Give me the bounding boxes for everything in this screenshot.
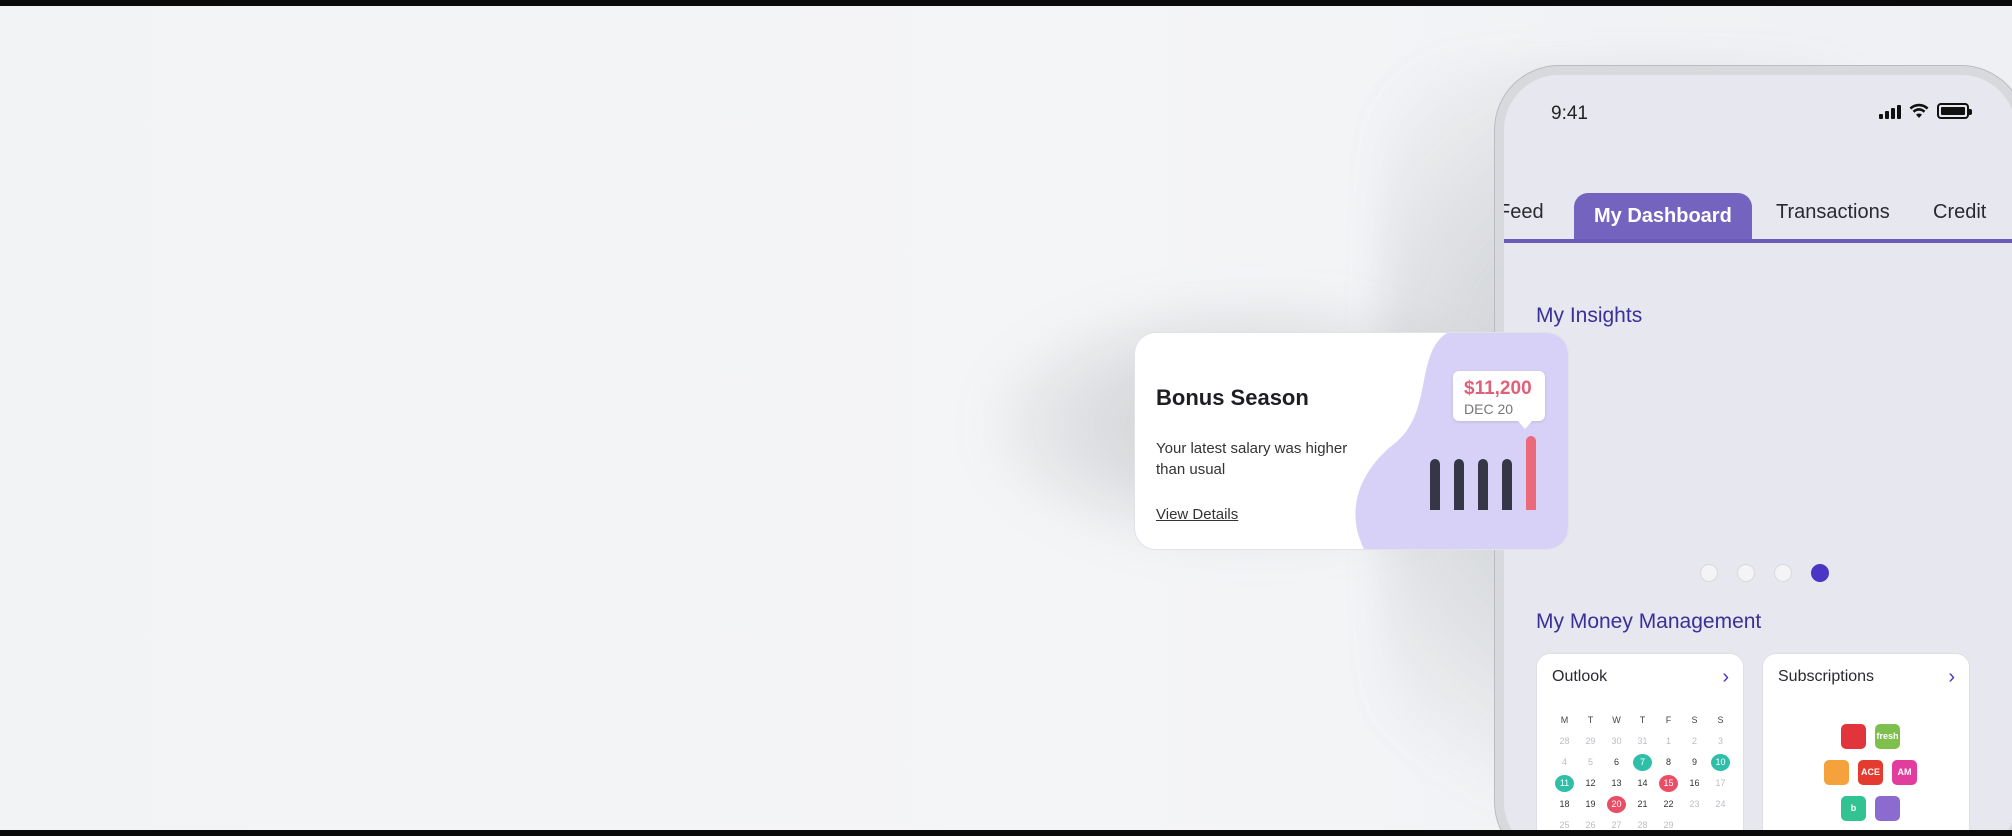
signal-icon bbox=[1879, 103, 1901, 119]
calendar-day[interactable]: 17 bbox=[1711, 775, 1730, 792]
calendar-day[interactable]: 28 bbox=[1555, 733, 1574, 750]
chart-bar bbox=[1430, 459, 1440, 510]
calendar-week-row: 28 29 30 31 1 2 3 bbox=[1555, 731, 1730, 752]
chart-bar-highlight bbox=[1526, 436, 1536, 510]
calendar-day[interactable]: 22 bbox=[1659, 796, 1678, 813]
calendar-day[interactable]: 21 bbox=[1633, 796, 1652, 813]
amount-value: $11,200 bbox=[1464, 378, 1532, 399]
card-title: Bonus Season bbox=[1156, 385, 1309, 410]
bonus-season-card[interactable]: Bonus Season Your latest salary was high… bbox=[1134, 332, 1569, 550]
outlook-title: Outlook bbox=[1552, 668, 1608, 685]
calendar-weekday: T bbox=[1587, 715, 1594, 725]
status-icons bbox=[1879, 103, 1972, 119]
subscription-icon-row: ACE AM bbox=[1818, 760, 1923, 785]
tab-underline bbox=[1504, 239, 2012, 243]
card-blob-shape bbox=[1355, 333, 1568, 549]
calendar-week-row: 11 12 13 14 15 16 17 bbox=[1555, 773, 1730, 794]
calendar-week-row: 4 5 6 7 8 9 10 bbox=[1555, 752, 1730, 773]
calendar-weekday-row: MTWTFSS bbox=[1555, 710, 1730, 731]
chart-bar bbox=[1502, 459, 1512, 510]
chevron-right-icon[interactable]: › bbox=[1722, 666, 1729, 689]
calendar-day[interactable]: 18 bbox=[1555, 796, 1574, 813]
chart-bar bbox=[1454, 459, 1464, 510]
calendar-day[interactable]: 3 bbox=[1711, 733, 1730, 750]
tab-feed[interactable]: Feed bbox=[1504, 201, 1544, 224]
card-description: Your latest salary was higher than usual bbox=[1156, 440, 1348, 478]
calendar-day[interactable]: 29 bbox=[1581, 733, 1600, 750]
subscriptions-card[interactable]: Subscriptions › fresh ACE AM b bbox=[1762, 653, 1970, 836]
calendar-day[interactable]: 24 bbox=[1711, 796, 1730, 813]
calendar-day[interactable]: 10 bbox=[1711, 754, 1730, 771]
battery-icon bbox=[1937, 103, 1972, 119]
calendar-day[interactable]: 31 bbox=[1633, 733, 1652, 750]
phone-mockup: 9:41 Feed My Dashboard Transactions Cred… bbox=[1495, 66, 2012, 836]
calendar-weekday: S bbox=[1717, 715, 1724, 725]
carousel-dot[interactable] bbox=[1774, 564, 1792, 582]
tab-credit[interactable]: Credit bbox=[1933, 201, 1986, 224]
calendar-day[interactable]: 15 bbox=[1659, 775, 1678, 792]
outlook-card[interactable]: Outlook › M T W T F S S 28 29 30 31 1 2 3 4 5 6 7 8 9 10 11 12… bbox=[1536, 653, 1744, 836]
view-details-link[interactable]: View Details bbox=[1156, 506, 1238, 523]
calendar-weekday: M bbox=[1560, 715, 1569, 725]
calendar-day[interactable]: 30 bbox=[1607, 733, 1626, 750]
dashboard-tabs: Feed My Dashboard Transactions Credit bbox=[1504, 193, 2012, 245]
carousel-dot-active[interactable] bbox=[1811, 564, 1829, 582]
subscriptions-title: Subscriptions bbox=[1778, 668, 1875, 685]
calendar-day[interactable]: 19 bbox=[1581, 796, 1600, 813]
calendar-day[interactable]: 11 bbox=[1555, 775, 1574, 792]
calendar-weekday: S bbox=[1691, 715, 1698, 725]
calendar-weekday: W bbox=[1612, 715, 1621, 725]
audible-icon[interactable] bbox=[1824, 760, 1849, 785]
calendar-day[interactable]: 6 bbox=[1607, 754, 1626, 771]
calendar-day[interactable]: 4 bbox=[1555, 754, 1574, 771]
outlook-calendar: M T W T F S S 28 29 30 31 1 2 3 4 5 6 7 8 9 10 11 12 13 14 15 16 17… bbox=[1555, 710, 1730, 836]
calendar-day[interactable]: 12 bbox=[1581, 775, 1600, 792]
tab-my-dashboard[interactable]: My Dashboard bbox=[1574, 193, 1752, 239]
calendar-day[interactable]: 7 bbox=[1633, 754, 1652, 771]
calendar-day[interactable]: 8 bbox=[1659, 754, 1678, 771]
chevron-right-icon[interactable]: › bbox=[1948, 666, 1955, 689]
ace-icon[interactable]: ACE bbox=[1858, 760, 1883, 785]
subscription-icon-row: fresh bbox=[1818, 724, 1923, 749]
fitness-app-icon[interactable] bbox=[1875, 796, 1900, 821]
subscription-icon-row: b bbox=[1818, 796, 1923, 821]
calendar-day[interactable]: 20 bbox=[1607, 796, 1626, 813]
chart-bar bbox=[1478, 459, 1488, 510]
status-time: 9:41 bbox=[1551, 103, 1588, 124]
carousel-dot[interactable] bbox=[1700, 564, 1718, 582]
carousel-dots bbox=[1700, 564, 1829, 582]
carousel-dot[interactable] bbox=[1737, 564, 1755, 582]
calendar-weekday: F bbox=[1665, 715, 1672, 725]
calendar-day[interactable]: 23 bbox=[1685, 796, 1704, 813]
calendar-day[interactable]: 1 bbox=[1659, 733, 1678, 750]
calendar-day[interactable]: 5 bbox=[1581, 754, 1600, 771]
calendar-day[interactable]: 14 bbox=[1633, 775, 1652, 792]
creative-cloud-icon[interactable] bbox=[1841, 724, 1866, 749]
bumble-icon[interactable]: b bbox=[1841, 796, 1866, 821]
calendar-day[interactable]: 16 bbox=[1685, 775, 1704, 792]
calendar-week-row: 18 19 20 21 22 23 24 bbox=[1555, 794, 1730, 815]
bottom-letterbox-bar bbox=[0, 830, 2012, 836]
my-money-management-heading: My Money Management bbox=[1536, 610, 1762, 633]
calendar-day[interactable]: 2 bbox=[1685, 733, 1704, 750]
tab-transactions[interactable]: Transactions bbox=[1776, 201, 1890, 224]
phone-screen: 9:41 Feed My Dashboard Transactions Cred… bbox=[1504, 75, 2012, 836]
calendar-day[interactable]: 9 bbox=[1685, 754, 1704, 771]
amount-date: DEC 20 bbox=[1464, 401, 1514, 417]
calendar-weekday: T bbox=[1639, 715, 1646, 725]
amazon-fresh-icon[interactable]: fresh bbox=[1875, 724, 1900, 749]
wifi-icon bbox=[1909, 103, 1929, 118]
subscription-icons: fresh ACE AM b bbox=[1818, 724, 1923, 832]
amount-tooltip: $11,200 DEC 20 bbox=[1453, 371, 1545, 429]
am-app-icon[interactable]: AM bbox=[1892, 760, 1917, 785]
my-insights-heading: My Insights bbox=[1536, 304, 1643, 327]
calendar-day[interactable]: 13 bbox=[1607, 775, 1626, 792]
